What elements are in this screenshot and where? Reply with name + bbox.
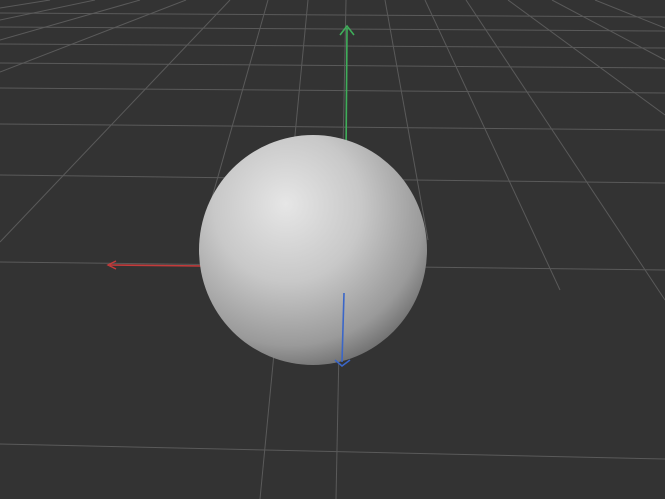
viewport-canvas [0,0,665,499]
3d-viewport[interactable] [0,0,665,499]
sphere-object[interactable] [199,135,427,365]
x-axis-line [109,264,205,267]
y-axis-line [345,27,348,159]
